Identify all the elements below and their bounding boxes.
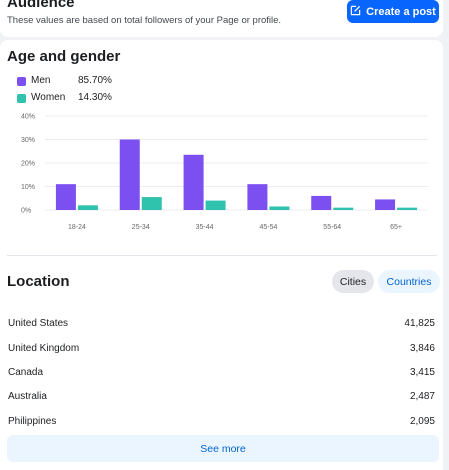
age-gender-title: Age and gender bbox=[7, 48, 121, 65]
location-row: Canada 3,415 bbox=[7, 367, 435, 381]
location-name: United Kingdom bbox=[8, 343, 80, 354]
bar-men bbox=[375, 199, 396, 210]
x-tick-label: 25-34 bbox=[132, 224, 150, 231]
tab-cities[interactable]: Cities bbox=[332, 270, 374, 293]
location-row: United States 41,825 bbox=[7, 318, 435, 332]
audience-subtitle: These values are based on total follower… bbox=[7, 15, 282, 26]
location-name: United States bbox=[8, 318, 69, 329]
x-tick-label: 55-64 bbox=[323, 224, 341, 231]
men-swatch bbox=[17, 76, 26, 86]
y-tick-label: 40% bbox=[21, 114, 35, 121]
audience-title: Audience bbox=[7, 0, 75, 11]
location-value: 2,487 bbox=[409, 391, 435, 402]
create-post-button[interactable]: Create a post bbox=[347, 0, 439, 23]
see-more-button[interactable]: See more bbox=[7, 435, 439, 462]
location-name: Canada bbox=[8, 367, 44, 378]
bar-men bbox=[55, 184, 76, 210]
section-divider bbox=[7, 255, 437, 256]
age-gender-chart: 0% 10% 20% 30% 40% 18-24 25-34 35-44 45-54 55-64 6… bbox=[21, 114, 428, 231]
location-value: 2,095 bbox=[409, 416, 435, 427]
legend-women-value: 14.30% bbox=[78, 92, 112, 103]
legend-men: Men 85.70% bbox=[17, 75, 112, 87]
location-row: United Kingdom 3,846 bbox=[7, 343, 435, 357]
bar-men bbox=[119, 139, 140, 210]
create-post-label: Create a post bbox=[366, 5, 436, 18]
y-tick-label: 10% bbox=[21, 184, 35, 191]
tab-countries[interactable]: Countries bbox=[378, 270, 440, 293]
location-name: Philippines bbox=[8, 416, 57, 427]
bar-men bbox=[311, 195, 332, 210]
bar-women bbox=[333, 207, 354, 210]
legend-men-value: 85.70% bbox=[78, 75, 112, 86]
y-tick-label: 20% bbox=[21, 161, 35, 168]
location-row: Philippines 2,095 bbox=[7, 416, 435, 430]
insights-card: Age and gender Men 85.70% Women 14.30% 0… bbox=[0, 40, 443, 470]
legend-men-label: Men bbox=[31, 75, 51, 86]
location-value: 3,415 bbox=[409, 367, 435, 378]
audience-header-card: Audience These values are based on total… bbox=[0, 0, 443, 37]
location-value: 3,846 bbox=[409, 343, 435, 354]
x-tick-label: 65+ bbox=[390, 224, 402, 231]
location-value: 41,825 bbox=[404, 318, 435, 329]
y-tick-label: 30% bbox=[21, 137, 35, 144]
x-tick-label: 18-24 bbox=[68, 224, 86, 231]
bar-men bbox=[183, 154, 204, 210]
bar-women bbox=[77, 205, 98, 210]
legend-women: Women 14.30% bbox=[17, 92, 112, 104]
bar-women bbox=[205, 200, 226, 210]
women-swatch bbox=[17, 93, 26, 103]
bar-women bbox=[397, 207, 418, 210]
x-tick-label: 35-44 bbox=[196, 224, 214, 231]
y-tick-label: 0% bbox=[21, 208, 31, 215]
legend-women-label: Women bbox=[31, 92, 66, 103]
location-title: Location bbox=[7, 273, 70, 290]
bar-men bbox=[247, 184, 268, 210]
bar-women bbox=[141, 197, 162, 210]
x-tick-label: 45-54 bbox=[259, 224, 277, 231]
location-row: Australia 2,487 bbox=[7, 391, 435, 405]
bar-women bbox=[269, 206, 290, 210]
location-name: Australia bbox=[8, 391, 47, 402]
edit-icon bbox=[350, 5, 361, 19]
